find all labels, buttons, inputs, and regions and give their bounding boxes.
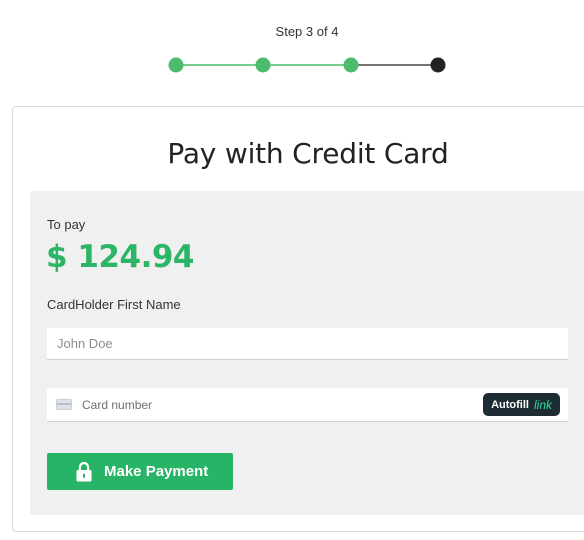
first-name-input[interactable] [47,328,568,360]
step-dot-3 [343,57,359,73]
to-pay-label: To pay [47,217,86,232]
lock-icon [76,461,92,482]
step-dot-1 [168,57,184,73]
autofill-link-button[interactable]: Autofill link [483,393,560,416]
autofill-label: Autofill [491,398,529,411]
step-dot-2 [255,57,271,73]
stepper-track [168,57,446,73]
payment-card: Pay with Credit Card To pay $ 124.94 Car… [12,106,584,532]
credit-card-icon [56,399,72,410]
amount-due: $ 124.94 [46,239,195,275]
step-dot-4 [430,57,446,73]
card-number-field[interactable]: Autofill link [47,388,568,422]
make-payment-label: Make Payment [104,463,209,480]
card-number-input[interactable] [80,388,464,422]
payment-form: To pay $ 124.94 CardHolder First Name Au… [30,191,584,515]
make-payment-button[interactable]: Make Payment [47,453,233,490]
first-name-label: CardHolder First Name [47,297,181,312]
link-brand-logo: link [533,397,552,412]
progress-stepper: Step 3 of 4 [0,0,584,100]
page-title: Pay with Credit Card [167,137,449,170]
